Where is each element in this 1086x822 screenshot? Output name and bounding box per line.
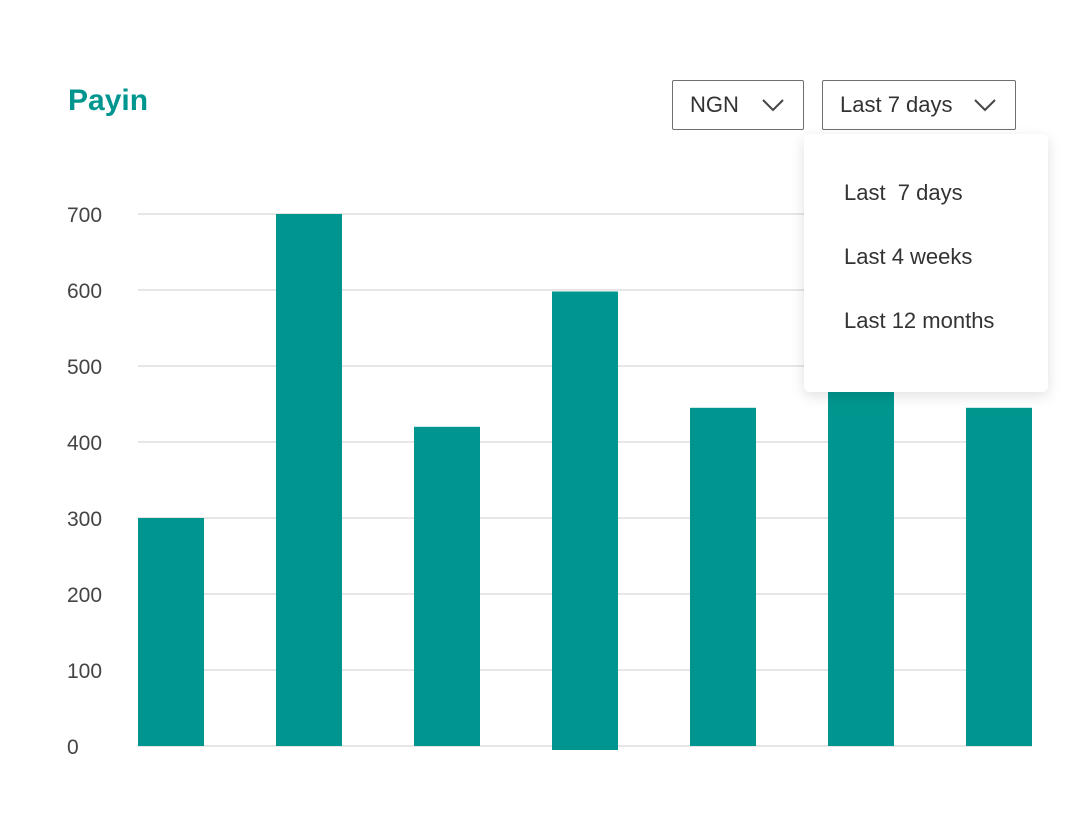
bar[interactable] <box>276 214 342 746</box>
bar[interactable] <box>552 291 618 750</box>
y-tick-label: 100 <box>67 660 102 683</box>
y-tick-label: 600 <box>67 280 102 303</box>
bar[interactable] <box>828 388 894 746</box>
y-tick-label: 300 <box>67 508 102 531</box>
bar[interactable] <box>414 426 480 746</box>
bar[interactable] <box>138 518 204 746</box>
menu-item-last-4-weeks[interactable]: Last 4 weeks <box>844 244 972 270</box>
range-dropdown-menu: Last 7 days Last 4 weeks Last 12 months <box>804 134 1048 392</box>
y-tick-label: 400 <box>67 432 102 455</box>
y-tick-label: 200 <box>67 584 102 607</box>
menu-item-last-7-days[interactable]: Last 7 days <box>844 180 963 206</box>
y-tick-label: 700 <box>67 204 102 227</box>
y-tick-label: 500 <box>67 356 102 379</box>
bar-chart: 0 100 200 300 400 500 600 700 <box>67 204 1032 759</box>
menu-item-last-12-months[interactable]: Last 12 months <box>844 308 994 334</box>
bar[interactable] <box>966 407 1032 746</box>
y-tick-label: 0 <box>67 736 79 759</box>
bar[interactable] <box>690 407 756 746</box>
